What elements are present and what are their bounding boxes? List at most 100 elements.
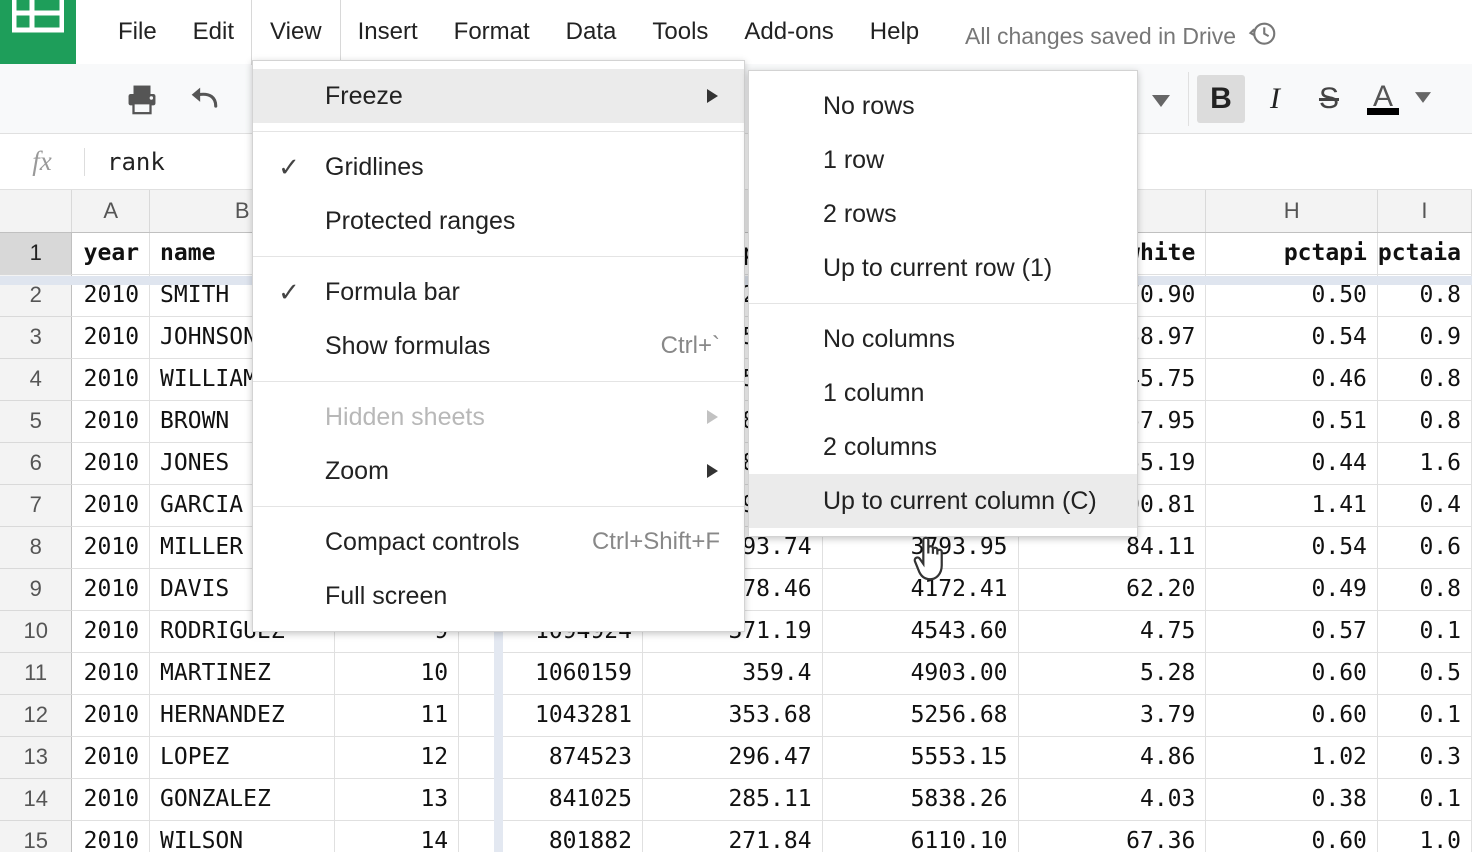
- row-header-10[interactable]: 10: [0, 610, 73, 653]
- cell-H2[interactable]: 0.50: [1205, 274, 1378, 317]
- cell-A5[interactable]: 2010: [71, 400, 151, 443]
- cell-C15[interactable]: 14: [334, 820, 460, 852]
- cell-D13[interactable]: 874523: [458, 736, 643, 779]
- cell-F12[interactable]: 5256.68: [822, 694, 1019, 737]
- cell-G9[interactable]: 62.20: [1018, 568, 1207, 611]
- cell-A9[interactable]: 2010: [71, 568, 151, 611]
- cell-B13[interactable]: LOPEZ: [149, 736, 336, 779]
- table-row[interactable]: 11 2010 MARTINEZ 10 1060159 359.4 4903.00 5.28 0…: [0, 652, 1472, 695]
- cell-A7[interactable]: 2010: [71, 484, 151, 527]
- select-all-corner[interactable]: [0, 190, 73, 233]
- strikethrough-button[interactable]: S: [1305, 75, 1353, 123]
- menu-item-up-to-current-row-1-[interactable]: Up to current row (1): [749, 241, 1137, 295]
- bold-button[interactable]: B: [1197, 75, 1245, 123]
- row-header-9[interactable]: 9: [0, 568, 73, 611]
- cell-F9[interactable]: 4172.41: [822, 568, 1019, 611]
- cell-I8[interactable]: 0.6: [1377, 526, 1472, 569]
- menu-item-freeze[interactable]: Freeze: [253, 69, 744, 123]
- freeze-submenu-dropdown[interactable]: No rows 1 row 2 rows Up to current row (1) N…: [748, 70, 1138, 537]
- cell-H7[interactable]: 1.41: [1205, 484, 1378, 527]
- cell-I14[interactable]: 0.1: [1377, 778, 1472, 821]
- cell-A4[interactable]: 2010: [71, 358, 151, 401]
- cell-B12[interactable]: HERNANDEZ: [149, 694, 336, 737]
- menu-item-show-formulas[interactable]: Show formulas Ctrl+`: [253, 319, 744, 373]
- cell-A10[interactable]: 2010: [71, 610, 151, 653]
- row-header-13[interactable]: 13: [0, 736, 73, 779]
- cell-F14[interactable]: 5838.26: [822, 778, 1019, 821]
- table-row[interactable]: 13 2010 LOPEZ 12 874523 296.47 5553.15 4.86 1.02…: [0, 736, 1472, 779]
- cell-E11[interactable]: 359.4: [642, 652, 823, 695]
- cell-H9[interactable]: 0.49: [1205, 568, 1378, 611]
- cell-G14[interactable]: 4.03: [1018, 778, 1207, 821]
- cell-G12[interactable]: 3.79: [1018, 694, 1207, 737]
- sheets-grid-icon[interactable]: [0, 0, 76, 64]
- cell-A2[interactable]: 2010: [71, 274, 151, 317]
- menu-item-protected-ranges[interactable]: Protected ranges: [253, 194, 744, 248]
- menu-help[interactable]: Help: [852, 0, 937, 64]
- cell-H8[interactable]: 0.54: [1205, 526, 1378, 569]
- menu-add-ons[interactable]: Add-ons: [726, 0, 851, 64]
- cell-A8[interactable]: 2010: [71, 526, 151, 569]
- cell-H3[interactable]: 0.54: [1205, 316, 1378, 359]
- chevron-down-icon[interactable]: [1152, 94, 1170, 112]
- menu-item-up-to-current-column-c-[interactable]: Up to current column (C): [749, 474, 1137, 528]
- cell-C12[interactable]: 11: [334, 694, 460, 737]
- cell-I5[interactable]: 0.8: [1377, 400, 1472, 443]
- menu-tools[interactable]: Tools: [634, 0, 726, 64]
- menu-item-no-rows[interactable]: No rows: [749, 79, 1137, 133]
- cell-I6[interactable]: 1.6: [1377, 442, 1472, 485]
- cell-H4[interactable]: 0.46: [1205, 358, 1378, 401]
- table-row[interactable]: 14 2010 GONZALEZ 13 841025 285.11 5838.26 4.03 0…: [0, 778, 1472, 821]
- menu-item-1-column[interactable]: 1 column: [749, 366, 1137, 420]
- cell-B14[interactable]: GONZALEZ: [149, 778, 336, 821]
- cell-A12[interactable]: 2010: [71, 694, 151, 737]
- menu-item-formula-bar[interactable]: ✓ Formula bar: [253, 265, 744, 319]
- menu-item-compact-controls[interactable]: Compact controls Ctrl+Shift+F: [253, 515, 744, 569]
- menu-insert[interactable]: Insert: [340, 0, 436, 64]
- column-header-H[interactable]: H: [1205, 190, 1378, 233]
- table-row[interactable]: 12 2010 HERNANDEZ 11 1043281 353.68 5256.68 3.7…: [0, 694, 1472, 737]
- cell-H5[interactable]: 0.51: [1205, 400, 1378, 443]
- menu-item-gridlines[interactable]: ✓ Gridlines: [253, 140, 744, 194]
- cell-I11[interactable]: 0.5: [1377, 652, 1472, 695]
- cell-F10[interactable]: 4543.60: [822, 610, 1019, 653]
- cell-H15[interactable]: 0.60: [1205, 820, 1378, 852]
- cell-A11[interactable]: 2010: [71, 652, 151, 695]
- menu-format[interactable]: Format: [436, 0, 548, 64]
- menu-file[interactable]: File: [100, 0, 175, 64]
- cell-H11[interactable]: 0.60: [1205, 652, 1378, 695]
- cell-B15[interactable]: WILSON: [149, 820, 336, 852]
- row-header-2[interactable]: 2: [0, 274, 73, 317]
- cell-G10[interactable]: 4.75: [1018, 610, 1207, 653]
- cell-A15[interactable]: 2010: [71, 820, 151, 852]
- cell-A14[interactable]: 2010: [71, 778, 151, 821]
- text-color-dropdown-icon[interactable]: [1415, 90, 1431, 108]
- row-header-3[interactable]: 3: [0, 316, 73, 359]
- cell-H10[interactable]: 0.57: [1205, 610, 1378, 653]
- cell-I13[interactable]: 0.3: [1377, 736, 1472, 779]
- cell-E15[interactable]: 271.84: [642, 820, 823, 852]
- cell-I3[interactable]: 0.9: [1377, 316, 1472, 359]
- row-header-4[interactable]: 4: [0, 358, 73, 401]
- cell-E13[interactable]: 296.47: [642, 736, 823, 779]
- view-menu-dropdown[interactable]: Freeze ✓ Gridlines Protected ranges ✓ Formula…: [252, 60, 745, 632]
- menu-item-full-screen[interactable]: Full screen: [253, 569, 744, 623]
- row-header-5[interactable]: 5: [0, 400, 73, 443]
- cell-H13[interactable]: 1.02: [1205, 736, 1378, 779]
- undo-arrow-icon[interactable]: [184, 82, 222, 121]
- column-header-A[interactable]: A: [71, 190, 151, 233]
- cell-F11[interactable]: 4903.00: [822, 652, 1019, 695]
- cell-A3[interactable]: 2010: [71, 316, 151, 359]
- cell-C11[interactable]: 10: [334, 652, 460, 695]
- cell-B11[interactable]: MARTINEZ: [149, 652, 336, 695]
- menu-item-2-columns[interactable]: 2 columns: [749, 420, 1137, 474]
- cell-D14[interactable]: 841025: [458, 778, 643, 821]
- cell-G13[interactable]: 4.86: [1018, 736, 1207, 779]
- column-header-I[interactable]: I: [1377, 190, 1472, 233]
- cell-C13[interactable]: 12: [334, 736, 460, 779]
- menu-data[interactable]: Data: [548, 0, 635, 64]
- cell-H6[interactable]: 0.44: [1205, 442, 1378, 485]
- cell-A6[interactable]: 2010: [71, 442, 151, 485]
- row-header-7[interactable]: 7: [0, 484, 73, 527]
- menu-item-2-rows[interactable]: 2 rows: [749, 187, 1137, 241]
